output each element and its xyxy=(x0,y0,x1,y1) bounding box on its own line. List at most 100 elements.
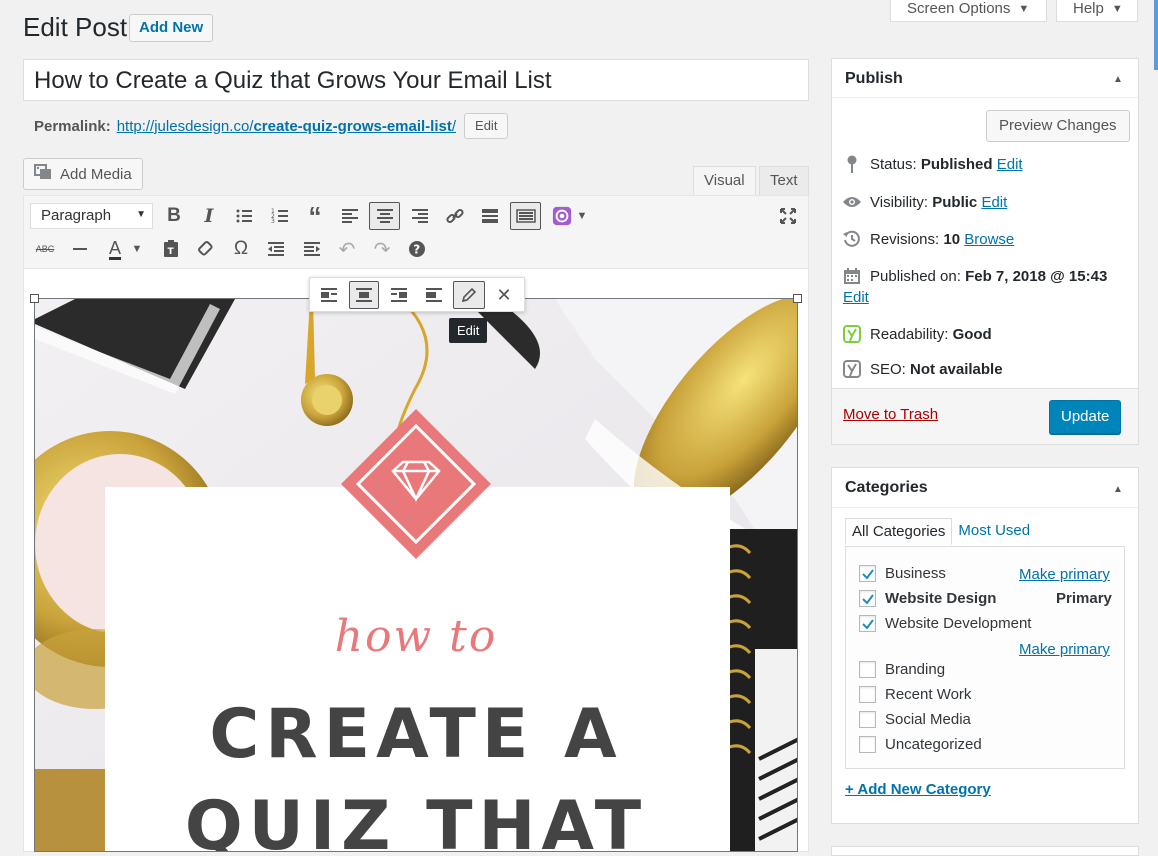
status-edit-link[interactable]: Edit xyxy=(997,156,1023,173)
checkbox[interactable] xyxy=(859,711,876,728)
post-title-input[interactable]: How to Create a Quiz that Grows Your Ema… xyxy=(23,59,809,101)
make-primary-link[interactable]: Make primary xyxy=(1019,566,1110,583)
paste-text-icon[interactable]: T xyxy=(157,235,185,263)
eye-icon xyxy=(842,192,862,212)
preview-changes-button[interactable]: Preview Changes xyxy=(986,110,1130,142)
category-item[interactable]: Social Media xyxy=(859,711,971,728)
link-icon[interactable] xyxy=(441,202,469,230)
permalink-edit-button[interactable]: Edit xyxy=(464,113,509,139)
published-on-edit-link[interactable]: Edit xyxy=(843,289,869,306)
revisions-row: Revisions: 10 Browse xyxy=(842,229,1014,249)
redo-icon[interactable]: ↷ xyxy=(368,235,396,263)
divider xyxy=(832,507,1138,508)
clear-formatting-icon[interactable] xyxy=(192,235,220,263)
categories-title: Categories xyxy=(845,479,928,496)
align-center-icon[interactable] xyxy=(369,202,400,230)
italic-icon[interactable]: I xyxy=(195,202,223,230)
category-label: Website Design xyxy=(885,590,997,607)
status-row: Status: Published Edit xyxy=(842,154,1023,174)
visibility-edit-link[interactable]: Edit xyxy=(981,194,1007,211)
permalink-link[interactable]: http://julesdesign.co/create-quiz-grows-… xyxy=(117,118,456,135)
bold-icon[interactable]: B xyxy=(160,202,188,230)
pencil-edit-icon[interactable] xyxy=(453,281,485,309)
fullscreen-icon[interactable] xyxy=(774,202,802,230)
image-align-center-icon[interactable] xyxy=(349,281,379,309)
help-tab[interactable]: Help ▼ xyxy=(1056,0,1138,22)
category-item[interactable]: Website Development xyxy=(859,615,1031,632)
category-tabs: All Categories Most Used xyxy=(845,518,1036,545)
strikethrough-icon[interactable]: ABC xyxy=(31,235,59,263)
tab-all-categories[interactable]: All Categories xyxy=(845,518,953,545)
image-align-none-icon[interactable] xyxy=(420,281,448,309)
text-color-icon[interactable]: A xyxy=(101,235,129,263)
screen-options-tab[interactable]: Screen Options ▼ xyxy=(890,0,1047,22)
published-on-label: Published on: xyxy=(870,267,961,285)
publish-title: Publish xyxy=(845,70,903,87)
checkbox[interactable] xyxy=(859,686,876,703)
published-on-row: Published on: Feb 7, 2018 @ 15:43 xyxy=(842,266,1107,286)
svg-text:T: T xyxy=(168,247,175,257)
bullet-list-icon[interactable] xyxy=(230,202,258,230)
help-icon[interactable]: ? xyxy=(403,235,431,263)
tab-visual[interactable]: Visual xyxy=(693,166,756,196)
category-label: Business xyxy=(885,565,946,582)
indent-icon[interactable] xyxy=(298,235,326,263)
pin-icon xyxy=(842,154,862,174)
yoast-seo-icon xyxy=(842,359,862,379)
align-left-icon[interactable] xyxy=(336,202,364,230)
category-label: Branding xyxy=(885,661,946,678)
blockquote-icon[interactable]: “ xyxy=(301,201,329,231)
yoast-readability-icon xyxy=(842,324,862,344)
numbered-list-icon[interactable]: 123 xyxy=(266,202,294,230)
revisions-label: Revisions: xyxy=(870,230,940,248)
checkmark-icon xyxy=(861,618,874,630)
special-character-icon[interactable]: Ω xyxy=(227,235,255,263)
horizontal-line-icon[interactable] xyxy=(66,235,94,263)
checkbox[interactable] xyxy=(859,590,876,607)
checkbox[interactable] xyxy=(859,736,876,753)
format-select[interactable]: Paragraph ▼ xyxy=(30,203,153,229)
toolbar-toggle-icon[interactable] xyxy=(510,202,541,230)
add-media-button[interactable]: Add Media xyxy=(23,158,143,190)
tab-text[interactable]: Text xyxy=(759,166,809,196)
read-more-icon[interactable] xyxy=(476,202,504,230)
image-align-left-icon[interactable] xyxy=(315,281,343,309)
collapse-toggle-icon[interactable]: ▲ xyxy=(1113,74,1123,85)
add-new-button[interactable]: Add New xyxy=(129,14,214,42)
align-right-icon[interactable] xyxy=(406,202,434,230)
tab-most-used[interactable]: Most Used xyxy=(952,518,1036,545)
seo-value: Not available xyxy=(910,360,1003,378)
image-align-right-icon[interactable] xyxy=(385,281,413,309)
remove-image-icon[interactable]: ✕ xyxy=(490,281,518,309)
revisions-browse-link[interactable]: Browse xyxy=(964,231,1014,248)
checkbox[interactable] xyxy=(859,565,876,582)
resize-handle[interactable] xyxy=(30,294,39,303)
update-button[interactable]: Update xyxy=(1049,400,1122,434)
category-item[interactable]: Recent Work xyxy=(859,686,971,703)
category-item[interactable]: Website Design xyxy=(859,590,996,607)
permalink-trailing: / xyxy=(451,117,457,135)
caret-down-icon[interactable]: ▼ xyxy=(128,235,146,263)
image-text-line3: QUIZ THAT xyxy=(184,787,648,852)
category-item[interactable]: Business xyxy=(859,565,946,582)
resize-handle[interactable] xyxy=(793,294,802,303)
collapse-toggle-icon[interactable]: ▲ xyxy=(1113,484,1123,495)
help-label: Help xyxy=(1073,0,1104,17)
permalink-base: http://julesdesign.co/ xyxy=(116,117,254,135)
checkbox[interactable] xyxy=(859,615,876,632)
caret-down-icon[interactable]: ▼ xyxy=(573,202,591,230)
category-item[interactable]: Branding xyxy=(859,661,945,678)
make-primary-link[interactable]: Make primary xyxy=(1019,641,1110,658)
featured-image[interactable]: how to CREATE A QUIZ THAT xyxy=(34,298,798,852)
outdent-icon[interactable] xyxy=(262,235,290,263)
checkbox[interactable] xyxy=(859,661,876,678)
add-new-category-link[interactable]: + Add New Category xyxy=(845,781,991,798)
move-to-trash-link[interactable]: Move to Trash xyxy=(843,406,938,423)
visibility-label: Visibility: xyxy=(870,193,929,211)
primary-badge: Primary xyxy=(1056,590,1112,607)
undo-icon[interactable]: ↶ xyxy=(333,235,361,263)
checkmark-icon xyxy=(861,568,874,580)
plugin-icon[interactable] xyxy=(548,202,576,230)
category-item[interactable]: Uncategorized xyxy=(859,736,982,753)
edit-tooltip: Edit xyxy=(449,318,488,343)
